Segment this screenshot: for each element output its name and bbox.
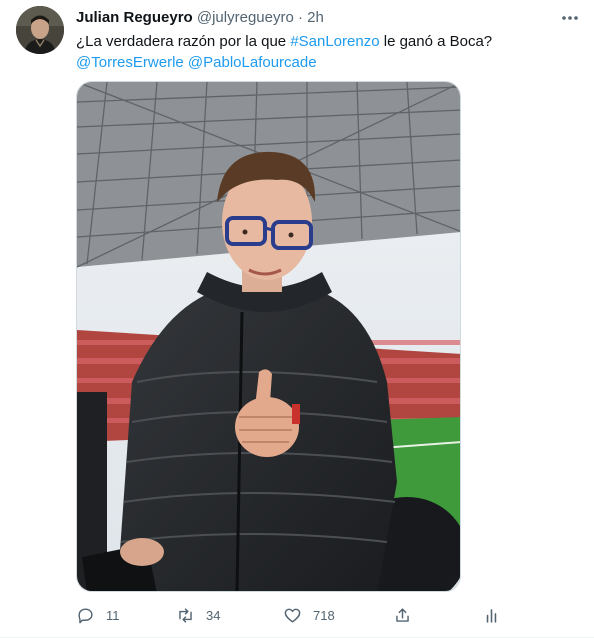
tweet-header: Julian Regueyro @julyregueyro · 2h [76,8,578,28]
retweet-count: 34 [206,607,221,623]
share-icon [396,607,409,622]
retweet-icon [179,607,192,623]
tweet-photo[interactable] [76,81,461,592]
author-handle[interactable]: @julyregueyro [197,9,294,26]
share-button[interactable] [393,603,412,627]
heart-icon [284,608,301,623]
more-button[interactable] [560,8,580,28]
tweet-text-part: le ganó a Boca? [379,33,493,50]
like-button[interactable]: 718 [283,603,335,627]
reply-icon [78,607,93,623]
reply-button[interactable]: 11 [76,603,120,627]
tweet-text: ¿La verdadera razón por la que #SanLoren… [76,31,576,73]
tweet-actions: 11 34 718 [76,603,506,627]
hashtag-link[interactable]: #SanLorenzo [290,33,379,50]
tweet-time[interactable]: 2h [307,9,324,26]
avatar-image [16,6,64,54]
author-name[interactable]: Julian Regueyro [76,9,193,26]
mention-link[interactable]: @TorresErwerle [76,54,184,71]
separator-dot: · [297,9,303,26]
analytics-icon [486,608,497,623]
retweet-button[interactable]: 34 [176,603,220,627]
avatar[interactable] [16,6,64,54]
mention-link[interactable]: @PabloLafourcade [188,54,317,71]
analytics-button[interactable] [482,603,501,627]
tweet-text-part: ¿La verdadera razón por la que [76,33,291,50]
like-count: 718 [313,607,335,623]
reply-count: 11 [106,607,120,623]
more-horizontal-icon [562,16,578,20]
tweet[interactable]: Julian Regueyro @julyregueyro · 2h ¿La v… [0,0,594,638]
stadium-photo [77,82,460,591]
